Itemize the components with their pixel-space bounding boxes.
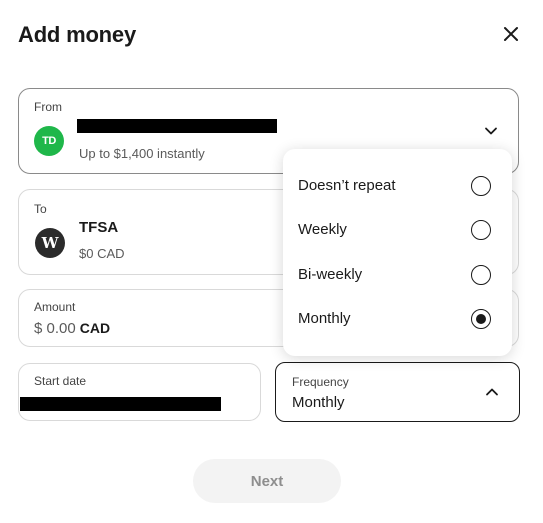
close-button[interactable] [499,22,523,46]
close-icon [504,27,518,41]
redacted-start-date [20,397,221,411]
frequency-select[interactable]: Frequency Monthly [275,362,520,422]
dialog-title: Add money [18,22,136,47]
amount-currency: CAD [79,320,111,336]
to-label: To [34,202,47,216]
frequency-option-bi-weekly[interactable]: Bi-weekly [283,253,512,297]
start-date-label: Start date [34,374,87,388]
frequency-option-doesnt-repeat[interactable]: Doesn’t repeat [283,164,512,208]
td-bank-logo: TD [34,126,64,156]
radio-selected-icon [471,309,491,329]
frequency-menu: Doesn’t repeat Weekly Bi-weekly Monthly [283,149,512,356]
redacted-account-name [77,119,277,133]
radio-icon [471,220,491,240]
frequency-option-weekly[interactable]: Weekly [283,208,512,252]
chevron-up-icon [486,388,498,396]
start-date-field[interactable]: Start date [18,363,261,421]
radio-icon [471,265,491,285]
from-label: From [34,100,62,114]
option-label: Bi-weekly [298,266,363,283]
from-limit-text: Up to $1,400 instantly [79,146,205,161]
amount-label: Amount [34,300,76,314]
chevron-down-icon [485,127,497,135]
frequency-value: Monthly [292,394,345,411]
option-label: Doesn’t repeat [298,177,396,194]
frequency-option-monthly[interactable]: Monthly [283,297,512,341]
frequency-label: Frequency [292,375,349,389]
wealthsimple-logo: W [35,228,65,258]
amount-input[interactable]: $ 0.00 CAD [34,320,110,337]
option-label: Weekly [298,221,347,238]
option-label: Monthly [298,310,351,327]
to-account-name: TFSA [79,219,119,236]
radio-icon [471,176,491,196]
to-account-balance: $0 CAD [79,246,125,261]
amount-value: $ 0.00 [34,320,76,337]
next-button[interactable]: Next [193,459,341,503]
